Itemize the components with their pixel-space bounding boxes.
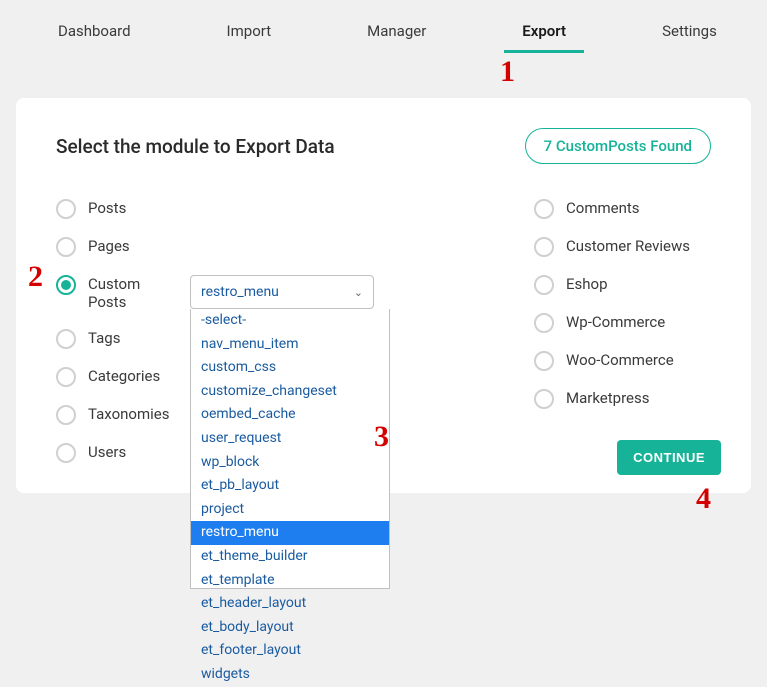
found-badge: 7 CustomPosts Found	[525, 128, 711, 164]
dropdown-item[interactable]: et_theme_builder	[191, 545, 389, 569]
radio-circle	[56, 405, 76, 425]
dropdown-item[interactable]: -select-	[191, 309, 389, 333]
radio-circle	[534, 313, 554, 333]
dropdown-item-selected[interactable]: restro_menu	[191, 521, 389, 545]
tab-import[interactable]: Import	[209, 12, 290, 53]
dropdown-item[interactable]: nav_menu_item	[191, 333, 389, 357]
radio-circle	[534, 275, 554, 295]
radio-label: Eshop	[566, 275, 608, 293]
radio-label: Taxonomies	[88, 405, 168, 423]
dropdown-item[interactable]: et_header_layout	[191, 592, 389, 616]
dropdown-item[interactable]: wp_block	[191, 451, 389, 475]
tab-export[interactable]: Export	[504, 12, 584, 53]
dropdown-item[interactable]: user_request	[191, 427, 389, 451]
radio-wp-commerce[interactable]: Wp-Commerce	[534, 313, 690, 333]
select-value: restro_menu	[201, 284, 279, 300]
radio-circle	[534, 237, 554, 257]
radio-label: Users	[88, 443, 126, 461]
custom-posts-dropdown: -select- nav_menu_item custom_css custom…	[190, 309, 390, 589]
left-column: Posts Pages Custom Posts restro_menu ⌄ -	[56, 199, 374, 463]
dropdown-item[interactable]: et_pb_layout	[191, 474, 389, 498]
radio-posts[interactable]: Posts	[56, 199, 374, 219]
export-card: Select the module to Export Data 7 Custo…	[16, 98, 751, 493]
radio-label: Tags	[88, 329, 120, 347]
continue-button[interactable]: CONTINUE	[617, 440, 721, 475]
radio-comments[interactable]: Comments	[534, 199, 690, 219]
dropdown-item[interactable]: et_body_layout	[191, 616, 389, 640]
card-header: Select the module to Export Data 7 Custo…	[56, 128, 711, 164]
radio-label: Pages	[88, 237, 130, 255]
radio-label: Posts	[88, 199, 126, 217]
tab-manager[interactable]: Manager	[349, 12, 444, 53]
radio-inner	[61, 280, 71, 290]
custom-posts-select-wrap: restro_menu ⌄ -select- nav_menu_item cus…	[190, 275, 374, 309]
radio-label: Marketpress	[566, 389, 649, 407]
radio-customer-reviews[interactable]: Customer Reviews	[534, 237, 690, 257]
dropdown-item[interactable]: customize_changeset	[191, 380, 389, 404]
radio-circle	[534, 351, 554, 371]
radio-eshop[interactable]: Eshop	[534, 275, 690, 295]
tab-bar: Dashboard Import Manager Export Settings	[0, 0, 767, 53]
annotation-1: 1	[500, 55, 515, 89]
radio-circle	[534, 199, 554, 219]
radio-woo-commerce[interactable]: Woo-Commerce	[534, 351, 690, 371]
radio-circle	[56, 199, 76, 219]
radio-label: Wp-Commerce	[566, 313, 665, 331]
page-title: Select the module to Export Data	[56, 135, 335, 158]
radio-circle	[56, 329, 76, 349]
radio-circle	[56, 367, 76, 387]
radio-label: Custom Posts	[88, 275, 168, 311]
chevron-down-icon: ⌄	[354, 286, 363, 299]
dropdown-item[interactable]: widgets	[191, 663, 389, 687]
radio-label: Categories	[88, 367, 160, 385]
custom-posts-select[interactable]: restro_menu ⌄	[190, 275, 374, 309]
radio-circle	[56, 443, 76, 463]
radio-pages[interactable]: Pages	[56, 237, 374, 257]
radio-label: Customer Reviews	[566, 237, 690, 255]
dropdown-item[interactable]: custom_css	[191, 356, 389, 380]
radio-circle-selected	[56, 275, 76, 295]
module-options-grid: Posts Pages Custom Posts restro_menu ⌄ -	[56, 199, 711, 463]
radio-label: Comments	[566, 199, 640, 217]
dropdown-item[interactable]: project	[191, 498, 389, 522]
radio-label: Woo-Commerce	[566, 351, 674, 369]
radio-circle	[56, 237, 76, 257]
dropdown-item[interactable]: et_template	[191, 569, 389, 593]
dropdown-item[interactable]: et_footer_layout	[191, 639, 389, 663]
right-column: Comments Customer Reviews Eshop Wp-Comme…	[534, 199, 690, 463]
tab-settings[interactable]: Settings	[644, 12, 735, 53]
radio-marketpress[interactable]: Marketpress	[534, 389, 690, 409]
dropdown-item[interactable]: oembed_cache	[191, 403, 389, 427]
radio-circle	[534, 389, 554, 409]
radio-custom-posts[interactable]: Custom Posts restro_menu ⌄ -select- nav_…	[56, 275, 374, 311]
tab-dashboard[interactable]: Dashboard	[40, 12, 149, 53]
